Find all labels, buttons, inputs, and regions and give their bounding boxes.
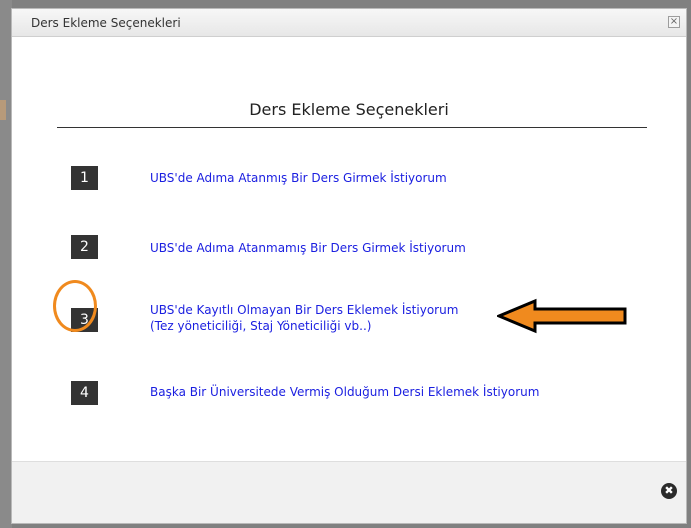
backdrop-mark (0, 100, 6, 120)
highlight-circle-annotation (53, 280, 97, 332)
option-link-4[interactable]: Başka Bir Üniversitede Vermiş Olduğum De… (150, 384, 539, 400)
close-circle-icon[interactable]: ✖ (661, 483, 677, 499)
option-number-4: 4 (71, 381, 98, 405)
option-link-3[interactable]: UBS'de Kayıtlı Olmayan Bir Ders Eklemek … (150, 302, 458, 334)
option-label-3-line1: UBS'de Kayıtlı Olmayan Bir Ders Eklemek … (150, 303, 459, 317)
arrow-left-annotation (497, 298, 627, 334)
option-number-1: 1 (71, 166, 98, 190)
option-label-1: UBS'de Adıma Atanmış Bir Ders Girmek İst… (150, 171, 447, 185)
close-icon[interactable]: × (668, 16, 680, 28)
option-label-4: Başka Bir Üniversitede Vermiş Olduğum De… (150, 385, 540, 399)
option-link-2[interactable]: UBS'de Adıma Atanmamış Bir Ders Girmek İ… (150, 240, 466, 256)
dialog-title: Ders Ekleme Seçenekleri (31, 16, 181, 30)
heading-divider (57, 127, 647, 128)
dialog-titlebar: Ders Ekleme Seçenekleri × (12, 9, 686, 37)
option-label-2: UBS'de Adıma Atanmamış Bir Ders Girmek İ… (150, 241, 466, 255)
course-options-dialog: Ders Ekleme Seçenekleri × Ders Ekleme Se… (11, 8, 687, 524)
option-number-2: 2 (71, 235, 98, 259)
section-heading: Ders Ekleme Seçenekleri (249, 100, 449, 119)
option-label-3-line2: (Tez yöneticiliği, Staj Yöneticiliği vb.… (150, 319, 372, 333)
dialog-content: Ders Ekleme Seçenekleri 1 UBS'de Adıma A… (12, 38, 686, 461)
option-link-1[interactable]: UBS'de Adıma Atanmış Bir Ders Girmek İst… (150, 170, 447, 186)
dialog-footer: ✖ (12, 461, 686, 523)
